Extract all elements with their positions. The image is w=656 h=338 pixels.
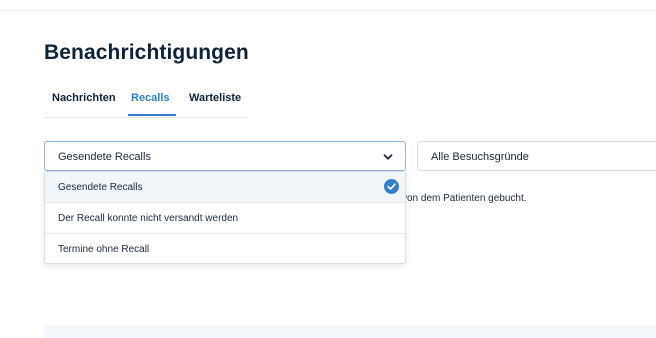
dropdown-option-gesendete-recalls[interactable]: Gesendete Recalls (45, 172, 405, 203)
content-text: von dem Patienten gebucht. (402, 193, 527, 204)
chevron-down-icon (383, 154, 393, 160)
active-tab-indicator (128, 114, 176, 116)
check-circle-icon (384, 179, 399, 194)
recall-status-value: Gesendete Recalls (58, 151, 151, 163)
tab-nachrichten[interactable]: Nachrichten (52, 92, 116, 104)
page-title: Benachrichtigungen (44, 41, 249, 64)
visit-reason-select[interactable]: Alle Besuchsgründe (417, 141, 656, 171)
content-panel-edge (44, 325, 656, 338)
tab-warteliste[interactable]: Warteliste (189, 92, 241, 104)
tab-recalls[interactable]: Recalls (131, 92, 170, 104)
dropdown-option-recall-nicht-versandt[interactable]: Der Recall konnte nicht versandt werden (45, 203, 405, 234)
recall-status-select[interactable]: Gesendete Recalls (44, 141, 406, 171)
top-divider (0, 10, 656, 11)
recall-status-dropdown: Gesendete Recalls Der Recall konnte nich… (44, 171, 406, 264)
tab-bar: Nachrichten Recalls Warteliste (44, 92, 246, 118)
option-label: Termine ohne Recall (58, 244, 150, 255)
dropdown-option-termine-ohne-recall[interactable]: Termine ohne Recall (45, 234, 405, 265)
visit-reason-value: Alle Besuchsgründe (431, 151, 529, 163)
option-label: Gesendete Recalls (58, 182, 143, 193)
option-label: Der Recall konnte nicht versandt werden (58, 213, 239, 224)
